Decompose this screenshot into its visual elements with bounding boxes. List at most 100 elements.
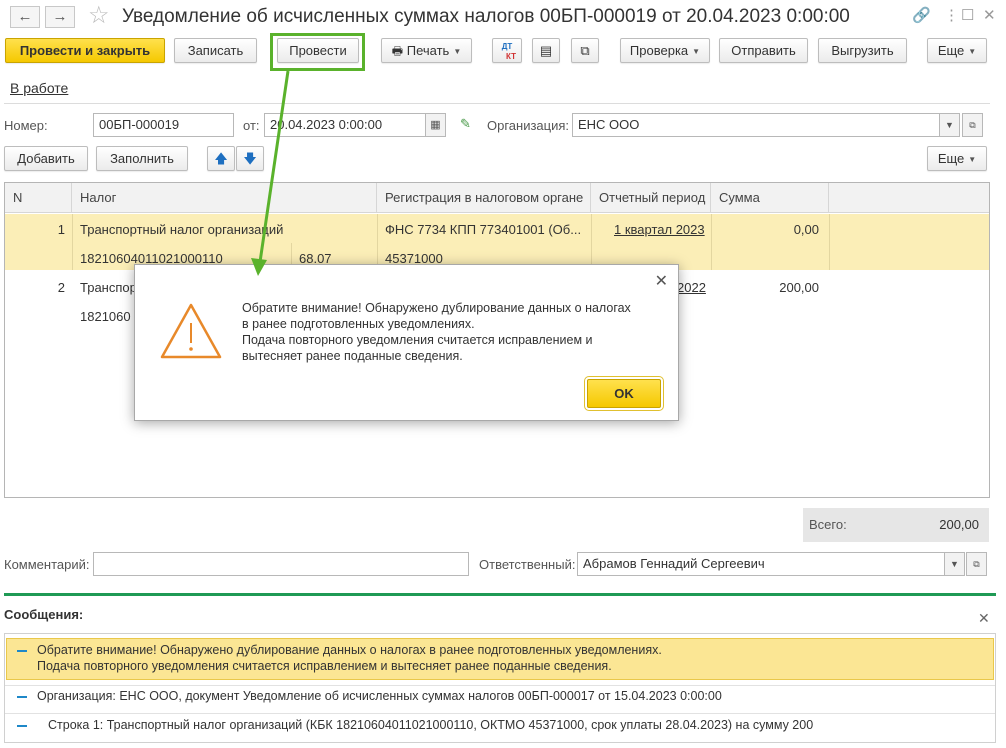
print-button[interactable]: 🖶 Печать ▼ [381,38,472,63]
calendar-button[interactable]: ▦ [425,113,446,137]
column-header-tax[interactable]: Налог [72,183,377,213]
table-more-label: Еще [937,151,965,166]
divider [377,214,378,270]
arrow-down-icon: 🡇 [243,151,257,166]
post-and-close-button[interactable]: Провести и закрыть [5,38,165,63]
report-list-button[interactable]: ▤ [532,38,560,63]
row2-tax[interactable]: Транспор [80,280,140,295]
message-text[interactable]: Подача повторного уведомления считается … [37,659,612,673]
list-icon: ▤ [539,43,553,58]
calendar-icon: ▦ [430,119,441,131]
ok-button[interactable]: OK [584,376,664,411]
total-label: Всего: [809,517,847,532]
add-button[interactable]: Добавить [4,146,88,171]
table-more-button[interactable]: Еще ▼ [927,146,987,171]
status-link[interactable]: В работе [10,80,68,96]
divider [5,685,995,686]
row1-period[interactable]: 1 квартал 2023 [614,222,709,237]
dialog-line-4: вытесняет ранее поданные сведения. [242,349,463,363]
organization-dropdown-button[interactable]: ▼ [939,113,960,137]
message-text[interactable]: Строка 1: Транспортный налог организаций… [48,718,813,732]
structure-button[interactable]: ⧉ [571,38,599,63]
row2-n: 2 [57,280,65,295]
send-button[interactable]: Отправить [719,38,808,63]
message-text[interactable]: Обратите внимание! Обнаружено дублирован… [37,643,662,657]
dash-icon [17,696,27,698]
favorite-star-icon[interactable]: ☆ [88,3,110,29]
export-button[interactable]: Выгрузить [818,38,907,63]
dash-icon [17,650,27,652]
chevron-down-icon: ▼ [968,47,977,57]
move-up-button[interactable]: 🡅 [207,146,235,171]
warning-icon [160,303,222,359]
open-icon: ⧉ [969,120,976,130]
row1-registration[interactable]: ФНС 7734 КПП 773401001 (Об... [385,222,585,237]
date-field[interactable]: 20.04.2023 0:00:00 [264,113,426,137]
column-header-amount[interactable]: Сумма [711,183,829,213]
number-field[interactable]: 00БП-000019 [93,113,234,137]
link-icon[interactable]: 🔗 [912,6,931,26]
dialog-line-3: Подача повторного уведомления считается … [242,333,593,347]
hierarchy-icon: ⧉ [580,43,590,58]
message-text[interactable]: Организация: ЕНС ООО, документ Уведомлен… [37,689,722,703]
messages-title: Сообщения: [4,607,84,622]
close-icon[interactable]: ✕ [983,6,996,26]
chevron-down-icon: ▼ [968,155,977,165]
comment-label: Комментарий: [4,557,90,572]
close-icon[interactable]: ✕ [655,271,668,291]
row1-n: 1 [57,222,65,237]
warning-dialog: ✕ Обратите внимание! Обнаружено дублиров… [134,264,679,421]
printer-icon: 🖶 [391,44,404,58]
kt-label: КТ [506,52,516,61]
check-label: Проверка [629,43,689,58]
dialog-line-2: в ранее подготовленных уведомлениях. [242,317,475,331]
dt-kt-button[interactable]: ДТ КТ [492,38,522,63]
arrow-right-icon: → [52,8,68,25]
column-header-n[interactable]: N [5,183,72,213]
forward-button[interactable]: → [45,6,75,28]
more-vertical-icon[interactable]: ⋮ [944,6,959,26]
dialog-line-1: Обратите внимание! Обнаружено дублирован… [242,301,631,315]
arrow-left-icon: ← [17,8,33,25]
responsible-field[interactable]: Абрамов Геннадий Сергеевич [577,552,945,576]
save-button[interactable]: Записать [174,38,257,63]
row2-kbk[interactable]: 1821060 [80,309,140,324]
organization-field[interactable]: ЕНС ООО [572,113,940,137]
fill-button[interactable]: Заполнить [96,146,188,171]
organization-open-button[interactable]: ⧉ [962,113,983,137]
column-header-registration[interactable]: Регистрация в налоговом органе [377,183,591,213]
row2-period[interactable]: 2022 [677,280,711,295]
row1-amount[interactable]: 0,00 [719,222,819,237]
more-label: Еще [937,43,965,58]
chevron-down-icon: ▼ [692,47,701,57]
organization-label: Организация: [487,118,570,133]
divider [72,214,73,270]
row1-tax[interactable]: Транспортный налог организаций [80,222,370,237]
open-icon: ⧉ [973,559,980,569]
comment-field[interactable] [93,552,469,576]
check-button[interactable]: Проверка ▼ [620,38,710,63]
divider [829,214,830,270]
maximize-icon[interactable]: ☐ [961,6,974,26]
row2-amount[interactable]: 200,00 [719,280,819,295]
chevron-down-icon: ▼ [950,559,959,569]
back-button[interactable]: ← [10,6,40,28]
responsible-dropdown-button[interactable]: ▼ [944,552,965,576]
total-value: 200,00 [939,517,979,532]
divider [4,103,990,104]
chevron-down-icon: ▼ [453,47,462,57]
divider [591,214,592,270]
post-button[interactable]: Провести [277,38,359,63]
move-down-button[interactable]: 🡇 [236,146,264,171]
responsible-open-button[interactable]: ⧉ [966,552,987,576]
check-edit-icon: ✎ [460,116,471,131]
totals-panel: Всего: 200,00 [803,508,989,542]
print-label: Печать [406,43,450,58]
window-title: Уведомление об исчисленных суммах налого… [122,6,850,27]
more-button[interactable]: Еще ▼ [927,38,987,63]
column-header-period[interactable]: Отчетный период [591,183,711,213]
close-icon[interactable]: ✕ [978,610,990,627]
chevron-down-icon: ▼ [945,120,954,130]
date-label: от: [243,118,260,133]
dash-icon [17,725,27,727]
